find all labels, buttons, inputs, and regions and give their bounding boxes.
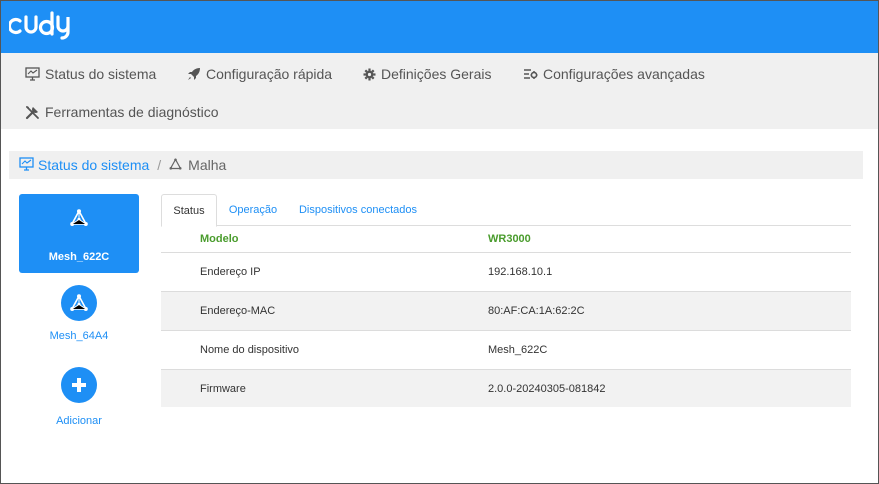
model-value: WR3000 — [488, 233, 531, 245]
add-node-label: Adicionar — [56, 415, 102, 427]
nav-label: Status do sistema — [45, 66, 157, 82]
table-row: Endereço-MAC 80:AF:CA:1A:62:2C — [161, 292, 851, 331]
nav-label: Configurações avançadas — [543, 66, 705, 82]
table-row: Nome do dispositivo Mesh_622C — [161, 331, 851, 370]
row-key: Nome do dispositivo — [200, 344, 300, 356]
top-bar — [1, 1, 878, 53]
mesh-node-icon — [61, 285, 97, 321]
cudy-logo[interactable] — [9, 10, 75, 42]
nav-label: Definições Gerais — [381, 66, 492, 82]
row-key: Endereço-MAC — [200, 305, 276, 317]
advanced-settings-icon — [523, 68, 538, 80]
mesh-node-secondary[interactable]: Mesh_64A4 — [19, 285, 139, 347]
row-key: Endereço IP — [200, 266, 261, 278]
mesh-icon — [169, 157, 182, 173]
nav-label: Configuração rápida — [206, 66, 333, 82]
breadcrumb: Status do sistema / Malha — [9, 151, 863, 179]
detail-tabs: Status Operação Dispositivos conectados — [161, 194, 851, 227]
nav-item-system-status[interactable]: Status do sistema — [25, 66, 156, 82]
mesh-node-icon — [69, 208, 89, 233]
nav-item-quick-setup[interactable]: Configuração rápida — [187, 66, 332, 82]
mesh-node-label: Mesh_622C — [48, 251, 110, 263]
table-header-row: Modelo WR3000 — [161, 226, 851, 253]
breadcrumb-current-label: Malha — [188, 157, 227, 173]
nav-label: Ferramentas de diagnóstico — [45, 104, 219, 120]
tab-operation[interactable]: Operação — [223, 194, 283, 226]
row-value: Mesh_622C — [488, 344, 548, 356]
row-value: 80:AF:CA:1A:62:2C — [488, 305, 585, 317]
nav-item-general-settings[interactable]: Definições Gerais — [363, 66, 492, 82]
breadcrumb-current: Malha — [169, 157, 226, 173]
row-value: 192.168.10.1 — [488, 266, 553, 278]
breadcrumb-system-status[interactable]: Status do sistema — [19, 156, 150, 174]
breadcrumb-root-label: Status do sistema — [38, 157, 150, 173]
row-value: 2.0.0-20240305-081842 — [488, 382, 606, 395]
tab-connected-devices[interactable]: Dispositivos conectados — [293, 194, 423, 226]
monitor-icon — [25, 67, 40, 81]
table-row: Firmware 2.0.0-20240305-081842 — [161, 370, 851, 407]
breadcrumb-separator: / — [157, 157, 162, 173]
mesh-node-label: Mesh_64A4 — [49, 330, 109, 342]
tab-status[interactable]: Status — [161, 194, 217, 227]
rocket-icon — [187, 67, 201, 81]
plus-icon — [61, 367, 97, 403]
nav-item-diagnostic-tools[interactable]: Ferramentas de diagnóstico — [25, 104, 219, 120]
monitor-icon — [19, 156, 34, 174]
gear-icon — [363, 68, 376, 81]
app-window: Status do sistema Configuração rápida De… — [0, 0, 879, 484]
add-node-button[interactable]: Adicionar — [19, 367, 139, 431]
model-key: Modelo — [200, 233, 239, 245]
mesh-node-active[interactable]: Mesh_622C — [19, 194, 139, 273]
main-nav: Status do sistema Configuração rápida De… — [1, 53, 878, 129]
row-key: Firmware — [200, 382, 246, 395]
table-row: Endereço IP 192.168.10.1 — [161, 253, 851, 292]
tools-icon — [25, 105, 40, 120]
nav-item-advanced-settings[interactable]: Configurações avançadas — [523, 66, 705, 82]
